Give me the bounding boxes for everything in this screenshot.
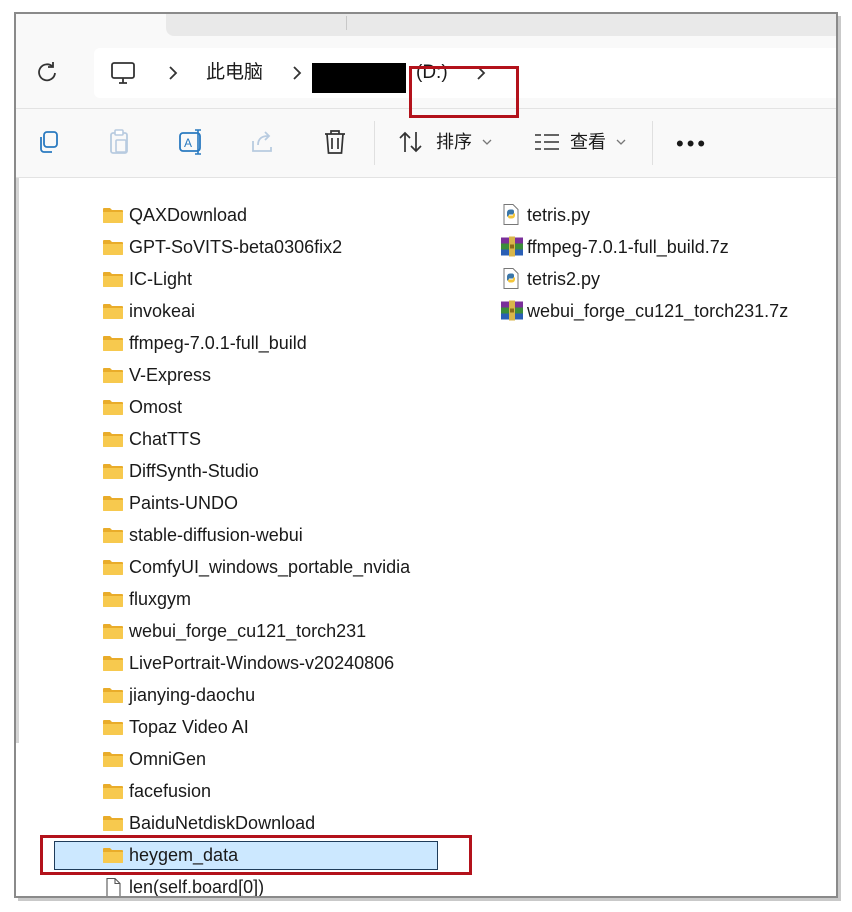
sort-button[interactable]: 排序: [436, 129, 472, 155]
chevron-down-icon[interactable]: [482, 138, 492, 146]
file-name: facefusion: [129, 781, 212, 801]
file-explorer-window: 此电脑 (D:) A 排序 查看 ••• QAXDownload GPT-SoV…: [14, 12, 838, 898]
file-name: Topaz Video AI: [129, 717, 249, 737]
file-name: V-Express: [129, 365, 212, 385]
svg-text:A: A: [184, 136, 192, 150]
more-options-button[interactable]: •••: [676, 133, 708, 155]
chevron-right-icon[interactable]: [290, 65, 304, 81]
file-name: jianying-daochu: [129, 685, 256, 705]
file-list-pane: QAXDownload GPT-SoVITS-beta0306fix2 IC-Lig…: [16, 178, 836, 897]
file-name: GPT-SoVITS-beta0306fix2: [129, 237, 343, 257]
file-name: OmniGen: [129, 749, 207, 769]
breadcrumb-this-pc[interactable]: 此电脑: [206, 48, 263, 98]
command-bar: A 排序 查看 •••: [16, 109, 836, 178]
file-name: tetris.py: [527, 205, 591, 225]
file-name: len(self.board[0]): [129, 877, 265, 897]
file-name: fluxgym: [129, 589, 192, 609]
rename-icon[interactable]: A: [176, 127, 206, 157]
chevron-down-icon[interactable]: [616, 138, 626, 146]
file-name: webui_forge_cu121_torch231: [129, 621, 367, 641]
address-bar-row: 此电脑 (D:): [16, 36, 836, 118]
file-name: BaiduNetdiskDownload: [129, 813, 316, 833]
paste-icon[interactable]: [104, 127, 134, 157]
redacted-drive-label: [312, 63, 406, 93]
copy-icon[interactable]: [34, 127, 64, 157]
share-icon[interactable]: [248, 127, 278, 157]
file-name: webui_forge_cu121_torch231.7z: [527, 301, 789, 321]
file-name: tetris2.py: [527, 269, 601, 289]
file-name: DiffSynth-Studio: [129, 461, 259, 481]
file-name: stable-diffusion-webui: [129, 525, 303, 545]
view-icon[interactable]: [532, 127, 562, 157]
computer-icon: [111, 62, 135, 84]
file-name: IC-Light: [129, 269, 193, 289]
file-name: Omost: [129, 397, 183, 417]
view-button[interactable]: 查看: [570, 129, 606, 155]
refresh-icon[interactable]: [36, 61, 58, 83]
chevron-right-icon[interactable]: [166, 65, 180, 81]
annotation-highlight-selected: [40, 835, 472, 875]
file-name: LivePortrait-Windows-v20240806: [129, 653, 395, 673]
file-name: invokeai: [129, 301, 196, 321]
delete-icon[interactable]: [320, 127, 350, 157]
file-name: ChatTTS: [129, 429, 202, 449]
tab-strip: [166, 14, 836, 36]
file-name: ComfyUI_windows_portable_nvidia: [129, 557, 411, 577]
sort-icon[interactable]: [396, 127, 426, 157]
file-name: ffmpeg-7.0.1-full_build.7z: [527, 237, 729, 257]
file-name: Paints-UNDO: [129, 493, 239, 513]
file-name: ffmpeg-7.0.1-full_build: [129, 333, 307, 353]
file-name: QAXDownload: [129, 205, 248, 225]
annotation-highlight-drive: [409, 66, 519, 118]
